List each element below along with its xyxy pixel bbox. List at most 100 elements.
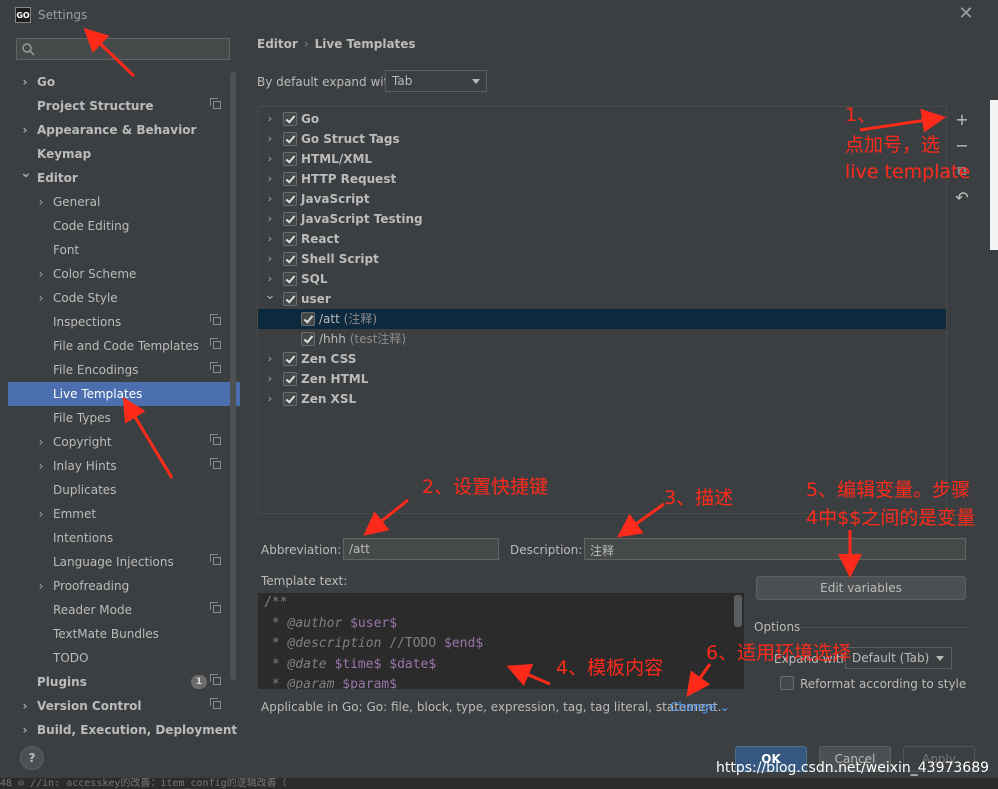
chevron-right-icon[interactable]: › [36,286,46,310]
template-group-row[interactable]: › SQL [258,269,946,289]
chevron-right-icon[interactable]: › [264,149,276,169]
chevron-right-icon[interactable]: › [36,454,46,478]
chevron-right-icon[interactable]: › [36,430,46,454]
template-group-checkbox[interactable] [283,232,297,246]
template-group-checkbox[interactable] [283,192,297,206]
template-item-row[interactable]: /att (注释) [258,309,946,329]
template-group-row[interactable]: › Shell Script [258,249,946,269]
add-icon[interactable]: + [948,108,976,132]
chevron-down-icon[interactable]: ⌄ [20,166,32,190]
chevron-right-icon[interactable]: › [264,349,276,369]
sidebar-item[interactable]: › Appearance & Behavior [8,118,240,142]
template-group-row[interactable]: › Go Struct Tags [258,129,946,149]
chevron-right-icon[interactable]: › [36,262,46,286]
sidebar-scrollbar[interactable] [230,72,236,680]
template-group-checkbox[interactable] [283,292,297,306]
chevron-right-icon[interactable]: › [20,118,30,142]
template-group-row[interactable]: › Zen CSS [258,349,946,369]
template-item-checkbox[interactable] [301,332,315,346]
settings-search-input[interactable] [16,38,230,60]
sidebar-item[interactable]: › Copyright [8,430,240,454]
sidebar-item[interactable]: File and Code Templates [8,334,240,358]
chevron-down-icon[interactable]: ⌄ [264,288,276,309]
sidebar-item[interactable]: Live Templates [8,382,240,406]
template-group-checkbox[interactable] [283,392,297,406]
template-group-checkbox[interactable] [283,132,297,146]
template-group-row[interactable]: › JavaScript [258,189,946,209]
template-item-checkbox[interactable] [301,312,315,326]
template-group-row[interactable]: ⌄ user [258,288,946,309]
sidebar-item[interactable]: › Build, Execution, Deployment [8,718,240,742]
sidebar-item[interactable]: Code Editing [8,214,240,238]
template-group-checkbox[interactable] [283,152,297,166]
sidebar-item-label: Code Style [53,291,118,305]
chevron-right-icon[interactable]: › [20,70,30,94]
chevron-right-icon[interactable]: › [264,369,276,389]
template-group-row[interactable]: › Zen HTML [258,369,946,389]
reformat-checkbox[interactable] [780,676,794,690]
close-icon[interactable]: ✕ [956,4,976,24]
remove-icon[interactable]: − [948,134,976,158]
restore-icon[interactable]: ↶ [948,186,976,210]
expand-with-select[interactable]: Default (Tab) [845,647,952,669]
chevron-right-icon[interactable]: › [264,269,276,289]
sidebar-item[interactable]: File Encodings [8,358,240,382]
sidebar-item[interactable]: TODO [8,646,240,670]
template-group-checkbox[interactable] [283,352,297,366]
template-group-checkbox[interactable] [283,272,297,286]
sidebar-item[interactable]: Plugins 1 [8,670,240,694]
description-input[interactable]: 注释 [584,538,966,560]
chevron-right-icon[interactable]: › [264,109,276,129]
sidebar-item[interactable]: Reader Mode [8,598,240,622]
template-group-row[interactable]: › HTML/XML [258,149,946,169]
sidebar-item[interactable]: › General [8,190,240,214]
help-button[interactable]: ? [20,746,44,770]
edit-variables-button[interactable]: Edit variables [756,576,966,600]
abbreviation-input[interactable]: /att [343,538,499,560]
chevron-right-icon[interactable]: › [264,209,276,229]
sidebar-item[interactable]: Project Structure [8,94,240,118]
template-group-row[interactable]: › Zen XSL [258,389,946,409]
chevron-right-icon[interactable]: › [20,718,30,742]
sidebar-item[interactable]: Inspections [8,310,240,334]
template-group-row[interactable]: › React [258,229,946,249]
chevron-right-icon[interactable]: › [36,574,46,598]
sidebar-item[interactable]: › Inlay Hints [8,454,240,478]
editor-scrollbar[interactable] [734,595,742,627]
sidebar-item[interactable]: Language Injections [8,550,240,574]
sidebar-item[interactable]: › Proofreading [8,574,240,598]
sidebar-item[interactable]: › Go [8,70,240,94]
sidebar-item[interactable]: Font [8,238,240,262]
template-group-checkbox[interactable] [283,112,297,126]
chevron-right-icon[interactable]: › [36,190,46,214]
sidebar-item[interactable]: Keymap [8,142,240,166]
sidebar-item[interactable]: › Emmet [8,502,240,526]
sidebar-item[interactable]: › Code Style [8,286,240,310]
template-group-checkbox[interactable] [283,252,297,266]
default-expand-select[interactable]: Tab [385,70,487,92]
chevron-right-icon[interactable]: › [264,169,276,189]
sidebar-item[interactable]: ⌄ Editor [8,166,240,190]
template-group-row[interactable]: › HTTP Request [258,169,946,189]
chevron-right-icon[interactable]: › [20,694,30,718]
template-group-checkbox[interactable] [283,172,297,186]
chevron-right-icon[interactable]: › [36,502,46,526]
change-contexts-link[interactable]: Change ⌄ [670,700,730,714]
template-group-checkbox[interactable] [283,212,297,226]
chevron-right-icon[interactable]: › [264,229,276,249]
sidebar-item[interactable]: › Version Control [8,694,240,718]
chevron-right-icon[interactable]: › [264,249,276,269]
sidebar-item[interactable]: File Types [8,406,240,430]
template-group-checkbox[interactable] [283,372,297,386]
template-group-row[interactable]: › Go [258,109,946,129]
sidebar-item[interactable]: › Color Scheme [8,262,240,286]
chevron-right-icon[interactable]: › [264,389,276,409]
sidebar-item[interactable]: Duplicates [8,478,240,502]
template-group-row[interactable]: › JavaScript Testing [258,209,946,229]
chevron-right-icon[interactable]: › [264,129,276,149]
template-item-row[interactable]: /hhh (test注释) [258,329,946,349]
template-text-editor[interactable]: /** * @author $user$ * @description //TO… [258,593,744,689]
chevron-right-icon[interactable]: › [264,189,276,209]
sidebar-item[interactable]: Intentions [8,526,240,550]
sidebar-item[interactable]: TextMate Bundles [8,622,240,646]
